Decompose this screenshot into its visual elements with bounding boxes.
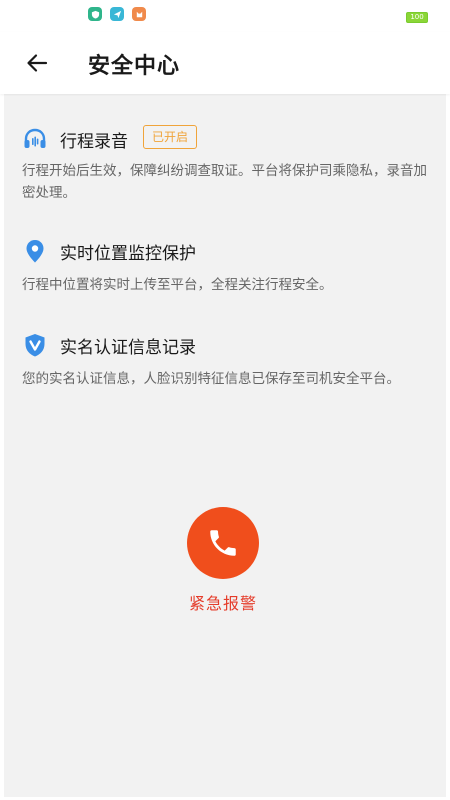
trip-recording-description: 行程开始后生效，保障纠纷调查取证。平台将保护司乘隐私，录音加密处理。 [22, 163, 427, 201]
emergency-call-label[interactable]: 紧急报警 [154, 590, 292, 614]
verification-record-header: 实名认证信息记录 [4, 330, 446, 360]
verification-record-title: 实名认证信息记录 [60, 338, 196, 358]
status-badge: 已开启 [143, 125, 198, 149]
location-monitor-description: 行程中位置将实时上传至平台，全程关注行程安全。 [22, 277, 333, 293]
back-button[interactable] [20, 46, 54, 80]
location-monitor-title: 实时位置监控保护 [60, 244, 196, 264]
trip-recording-header: 行程录音 已开启 [4, 124, 446, 154]
location-pin-icon [26, 240, 44, 263]
arrow-left-icon [27, 54, 48, 72]
send-app-icon [110, 7, 124, 21]
page-title: 安全中心 [88, 54, 181, 79]
status-bar: 100 [0, 0, 450, 32]
emergency-call-button[interactable] [187, 507, 259, 579]
verification-record-description: 您的实名认证信息，人脸识别特征信息已保存至司机安全平台。 [22, 371, 400, 387]
location-monitor-header: 实时位置监控保护 [4, 236, 446, 266]
phone-icon [210, 530, 236, 556]
app-header: 安全中心 [0, 32, 450, 94]
headset-icon [24, 128, 46, 148]
cat-app-icon [132, 7, 146, 21]
trip-recording-title: 行程录音 [60, 132, 128, 152]
safety-content: 行程录音 已开启 行程开始后生效，保障纠纷调查取证。平台将保护司乘隐私，录音加密… [4, 94, 446, 797]
battery-indicator: 100 [406, 12, 428, 23]
shield-app-icon [88, 7, 102, 21]
verified-shield-icon [25, 334, 45, 357]
